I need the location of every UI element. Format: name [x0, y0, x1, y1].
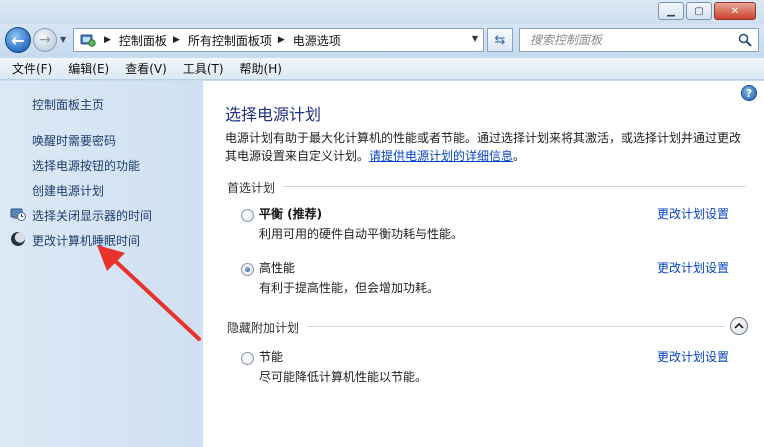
main-content: ? 选择电源计划 电源计划有助于最大化计算机的性能或者节能。通过选择计划来将其激…	[203, 81, 764, 447]
arrow-left-icon: ←	[11, 30, 25, 50]
control-panel-icon	[78, 32, 98, 48]
display-clock-icon	[10, 208, 26, 221]
forward-button[interactable]: →	[33, 28, 57, 52]
navigation-bar: ← → ▼ ▶ 控制面板 ▶ 所有控制面板项 ▶ 电源选项 ▼ ⇆	[0, 24, 764, 56]
search-input[interactable]	[530, 33, 730, 47]
plan-desc-balanced: 利用可用的硬件自动平衡功耗与性能。	[259, 227, 464, 241]
plan-desc-power-saver: 尽可能降低计算机性能以节能。	[259, 370, 428, 384]
sleep-moon-icon	[11, 232, 26, 246]
annotation-arrow-icon	[97, 245, 201, 341]
sidebar-link-wake-password[interactable]: 唤醒时需要密码	[32, 132, 116, 149]
refresh-icon: ⇆	[494, 32, 506, 48]
collapse-hidden-plans-button[interactable]	[730, 317, 748, 335]
radio-high-performance[interactable]	[241, 263, 254, 276]
address-dropdown-icon[interactable]: ▼	[472, 34, 478, 43]
plan-desc-high-performance: 有利于提高性能，但会增加功耗。	[259, 281, 440, 295]
window-controls: ▁ ▢ ✕	[656, 2, 756, 20]
title-bar: ▁ ▢ ✕	[0, 0, 764, 24]
menu-edit[interactable]: 编辑(E)	[60, 60, 117, 77]
hidden-plans-label: 隐藏附加计划	[227, 321, 300, 335]
breadcrumb-all-items[interactable]: 所有控制面板项	[188, 32, 272, 49]
description-end: 。	[513, 149, 526, 163]
menu-tools[interactable]: 工具(T)	[175, 60, 232, 77]
sidebar-link-control-panel-home[interactable]: 控制面板主页	[32, 96, 104, 113]
change-plan-settings-link-balanced[interactable]: 更改计划设置	[657, 205, 729, 222]
chevron-up-icon	[734, 322, 744, 329]
page-description: 电源计划有助于最大化计算机的性能或者节能。通过选择计划来将其激活，或选择计划并通…	[225, 129, 745, 165]
breadcrumb-separator-icon[interactable]: ▶	[104, 35, 111, 45]
breadcrumb-separator-icon[interactable]: ▶	[278, 35, 285, 45]
plan-name-balanced[interactable]: 平衡 (推荐)	[259, 205, 322, 222]
page-title: 选择电源计划	[225, 105, 322, 124]
refresh-button[interactable]: ⇆	[487, 28, 513, 52]
address-bar[interactable]: ▶ 控制面板 ▶ 所有控制面板项 ▶ 电源选项 ▼	[73, 28, 484, 52]
sidebar-link-create-plan[interactable]: 创建电源计划	[32, 182, 104, 199]
close-button[interactable]: ✕	[714, 2, 756, 20]
help-icon[interactable]: ?	[741, 85, 757, 101]
sidebar-link-power-buttons[interactable]: 选择电源按钮的功能	[32, 157, 140, 174]
search-icon[interactable]	[738, 33, 752, 47]
menu-help[interactable]: 帮助(H)	[232, 60, 290, 77]
power-plan-info-link[interactable]: 请提供电源计划的详细信息	[369, 149, 513, 163]
plan-name-high-performance[interactable]: 高性能	[259, 259, 295, 276]
group-divider	[283, 186, 746, 187]
menu-file[interactable]: 文件(F)	[4, 60, 60, 77]
radio-balanced[interactable]	[241, 209, 254, 222]
maximize-button[interactable]: ▢	[686, 2, 712, 20]
breadcrumb-power-options[interactable]: 电源选项	[293, 32, 341, 49]
arrow-right-icon: →	[39, 32, 51, 48]
menu-bar: 文件(F) 编辑(E) 查看(V) 工具(T) 帮助(H)	[0, 58, 764, 80]
recent-pages-dropdown[interactable]: ▼	[60, 35, 66, 44]
plan-name-power-saver[interactable]: 节能	[259, 348, 283, 365]
breadcrumb-separator-icon[interactable]: ▶	[173, 35, 180, 45]
search-box[interactable]	[519, 28, 759, 52]
radio-power-saver[interactable]	[241, 352, 254, 365]
preferred-plans-label: 首选计划	[227, 181, 276, 195]
change-plan-settings-link-high-performance[interactable]: 更改计划设置	[657, 259, 729, 276]
back-button[interactable]: ←	[5, 27, 31, 53]
menu-view[interactable]: 查看(V)	[117, 60, 175, 77]
change-plan-settings-link-power-saver[interactable]: 更改计划设置	[657, 348, 729, 365]
sidebar-link-display-off-time[interactable]: 选择关闭显示器的时间	[32, 207, 152, 224]
minimize-button[interactable]: ▁	[658, 2, 684, 20]
breadcrumb-control-panel[interactable]: 控制面板	[119, 32, 167, 49]
group-divider	[307, 326, 725, 327]
